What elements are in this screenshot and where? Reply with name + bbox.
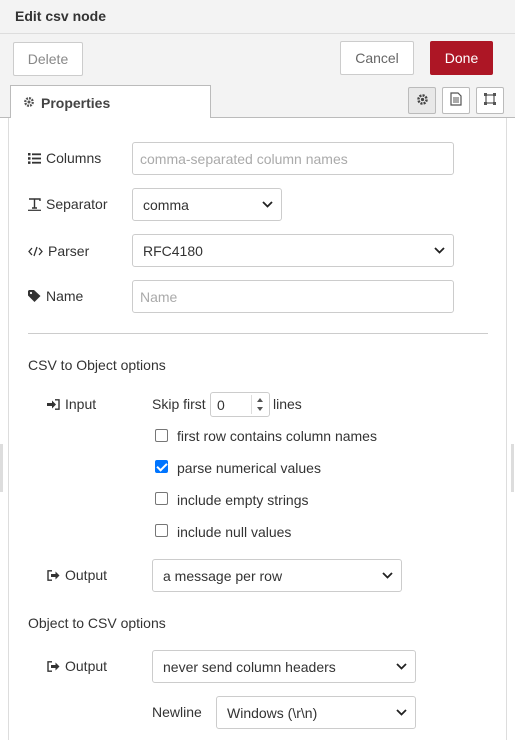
object-to-csv-title: Object to CSV options: [28, 615, 166, 631]
code-icon: [28, 246, 43, 257]
include-null-values-checkbox[interactable]: [155, 524, 168, 537]
spinner-down-icon[interactable]: [256, 407, 263, 412]
tab-bar: Properties: [0, 84, 515, 119]
section-divider: [28, 333, 488, 334]
done-button[interactable]: Done: [430, 41, 493, 75]
delete-button[interactable]: Delete: [13, 42, 83, 76]
include-empty-strings-label: include empty strings: [177, 492, 309, 508]
include-empty-strings-checkbox[interactable]: [155, 492, 168, 505]
parser-label: Parser: [28, 243, 89, 259]
newline-select[interactable]: Windows (\r\n): [216, 696, 416, 729]
first-row-headers-checkbox[interactable]: [155, 429, 168, 442]
gear-icon: [23, 95, 35, 111]
skip-lines-value: 0: [217, 397, 225, 413]
columns-placeholder: comma-separated column names: [140, 150, 348, 167]
parse-numerical-label: parse numerical values: [177, 460, 321, 476]
csv-output-label: Output: [47, 567, 107, 583]
cancel-button[interactable]: Cancel: [340, 41, 414, 75]
separator-label: Separator: [28, 196, 107, 212]
sign-in-icon: [47, 398, 60, 410]
tab-description[interactable]: [442, 87, 470, 114]
csv-to-object-title: CSV to Object options: [28, 357, 166, 373]
lines-label: lines: [273, 396, 302, 412]
name-placeholder: Name: [140, 288, 178, 305]
input-label: Input: [47, 396, 96, 412]
include-null-values-label: include null values: [177, 524, 292, 540]
tray-toolbar: Delete Cancel Done: [0, 34, 515, 84]
csv-output-select[interactable]: a message per row: [152, 559, 402, 592]
columns-input[interactable]: comma-separated column names: [132, 142, 454, 175]
sign-out-icon: [47, 660, 60, 672]
parser-select[interactable]: RFC4180: [132, 234, 454, 267]
tab-settings[interactable]: [408, 87, 436, 114]
tag-icon: [28, 290, 41, 302]
frame-icon: [483, 92, 497, 109]
parse-numerical-checkbox[interactable]: [155, 460, 168, 473]
right-resize-handle[interactable]: [511, 444, 514, 492]
separator-select[interactable]: comma: [132, 188, 282, 221]
text-icon: [28, 197, 41, 211]
tray-title: Edit csv node: [15, 8, 107, 24]
chevron-down-icon: [434, 247, 445, 254]
object-output-label: Output: [47, 658, 107, 674]
spinner-arrows[interactable]: [251, 395, 267, 414]
tab-appearance[interactable]: [476, 87, 504, 114]
chevron-down-icon: [396, 663, 407, 670]
name-label: Name: [28, 288, 83, 304]
object-output-select[interactable]: never send column headers: [152, 650, 416, 683]
name-input[interactable]: Name: [132, 280, 454, 313]
chevron-down-icon: [396, 709, 407, 716]
newline-label: Newline: [152, 704, 202, 720]
document-icon: [450, 92, 462, 109]
first-row-headers-label: first row contains column names: [177, 428, 377, 444]
list-icon: [28, 152, 41, 164]
spinner-up-icon[interactable]: [256, 397, 263, 402]
skip-first-label: Skip first: [152, 396, 206, 412]
left-resize-handle[interactable]: [0, 444, 3, 492]
properties-panel: Columns comma-separated column names Sep…: [8, 118, 507, 740]
skip-lines-spinner[interactable]: 0: [210, 392, 270, 417]
columns-label: Columns: [28, 150, 101, 166]
gear-icon: [416, 93, 429, 109]
chevron-down-icon: [382, 572, 393, 579]
tab-properties[interactable]: Properties: [10, 85, 211, 119]
tab-properties-label: Properties: [41, 94, 111, 111]
chevron-down-icon: [262, 201, 273, 208]
sign-out-icon: [47, 569, 60, 581]
tray-header: Edit csv node: [0, 0, 515, 34]
